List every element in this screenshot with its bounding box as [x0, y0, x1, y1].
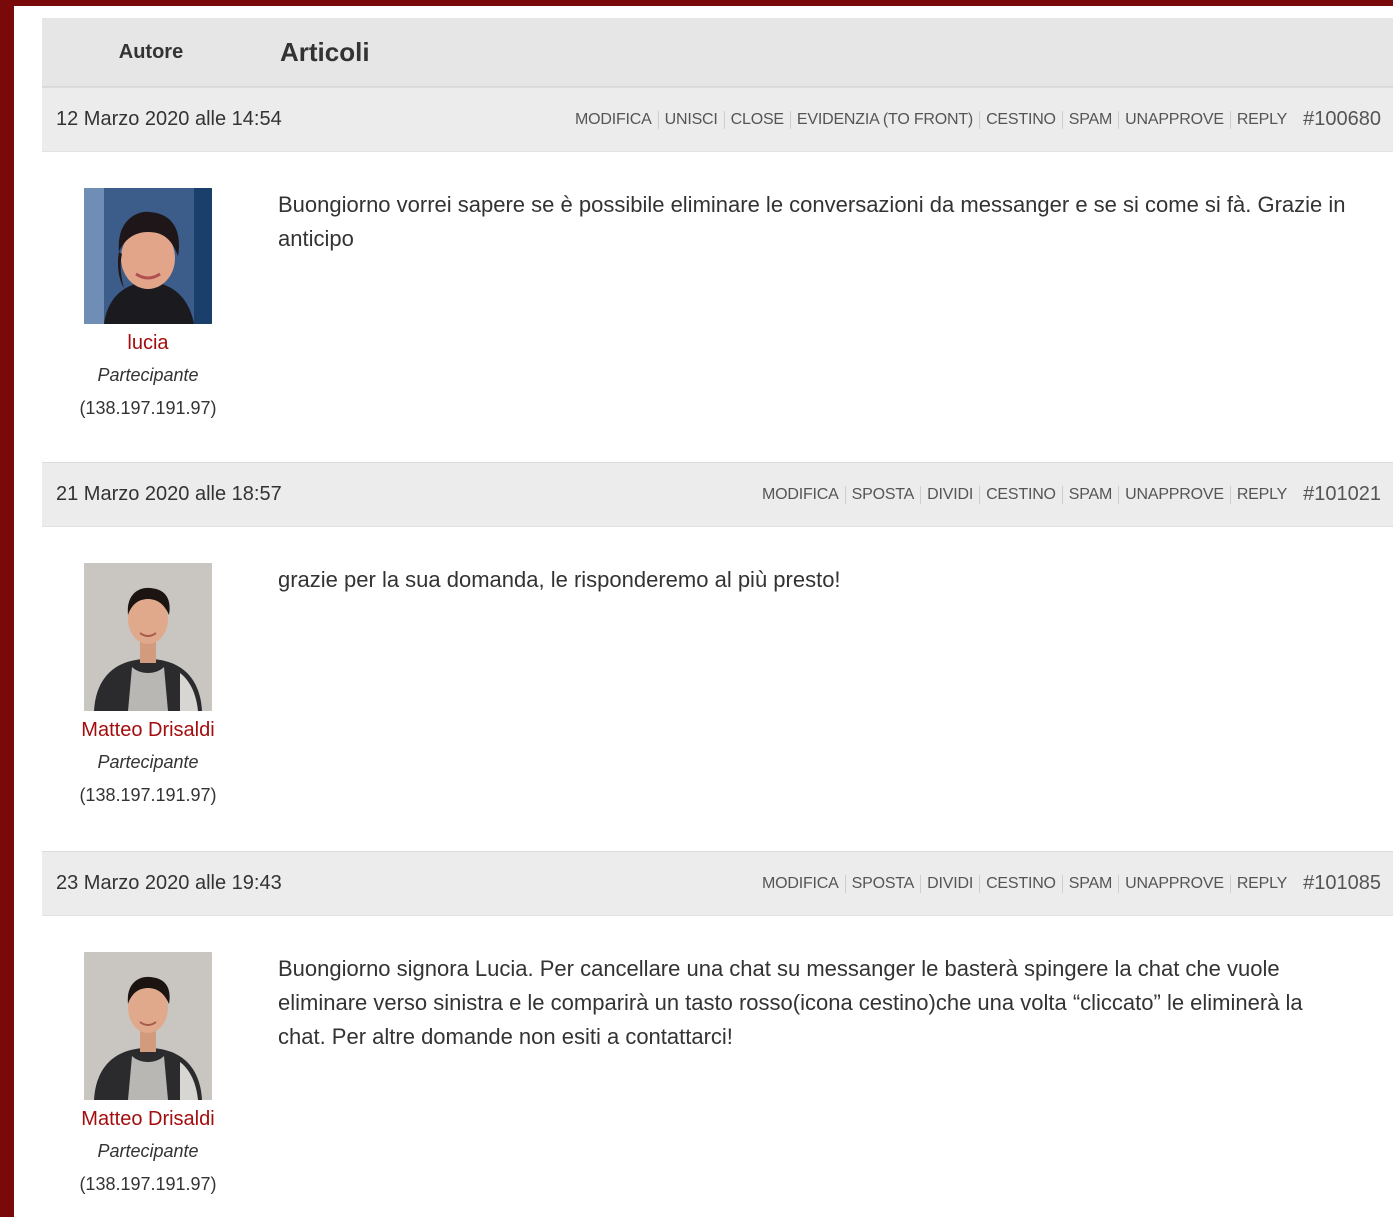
author-role: Partecipante	[97, 365, 199, 385]
post-date: 12 Marzo 2020 alle 14:54	[56, 108, 282, 130]
post-permalink[interactable]: #101021	[1303, 483, 1381, 506]
post-admin-links: MODIFICA UNISCI CLOSE EVIDENZIA (TO FRON…	[569, 88, 1381, 151]
author-name-link[interactable]: lucia	[42, 328, 254, 358]
author-role: Partecipante	[97, 752, 199, 772]
page-frame: Autore Articoli 12 Marzo 2020 alle 14:54…	[14, 6, 1393, 1217]
edit-link[interactable]: MODIFICA	[756, 875, 845, 893]
avatar[interactable]	[84, 563, 212, 711]
post-content: Buongiorno vorrei sapere se è possibile …	[278, 192, 1346, 251]
post-body: lucia Partecipante (138.197.191.97) Buon…	[42, 152, 1393, 462]
post-permalink[interactable]: #100680	[1303, 108, 1381, 131]
post-header: 21 Marzo 2020 alle 18:57 MODIFICA SPOSTA…	[42, 462, 1393, 527]
post-header: 23 Marzo 2020 alle 19:43 MODIFICA SPOSTA…	[42, 851, 1393, 916]
unapprove-link[interactable]: UNAPPROVE	[1118, 485, 1230, 504]
reply-link[interactable]: REPLY	[1229, 485, 1293, 504]
avatar[interactable]	[84, 952, 212, 1100]
edit-link[interactable]: MODIFICA	[756, 486, 845, 504]
close-link[interactable]: CLOSE	[723, 110, 790, 129]
post-date: 21 Marzo 2020 alle 18:57	[56, 483, 282, 505]
forum-post: 12 Marzo 2020 alle 14:54 MODIFICA UNISCI…	[42, 87, 1393, 462]
forum-post: 21 Marzo 2020 alle 18:57 MODIFICA SPOSTA…	[42, 462, 1393, 851]
spam-link[interactable]: SPAM	[1061, 485, 1118, 504]
post-body: Matteo Drisaldi Partecipante (138.197.19…	[42, 527, 1393, 851]
forum-post: 23 Marzo 2020 alle 19:43 MODIFICA SPOSTA…	[42, 851, 1393, 1216]
merge-link[interactable]: UNISCI	[657, 110, 724, 129]
reply-link[interactable]: REPLY	[1229, 110, 1293, 129]
unapprove-link[interactable]: UNAPPROVE	[1118, 874, 1230, 893]
stick-link[interactable]: EVIDENZIA (TO FRONT)	[789, 110, 979, 129]
edit-link[interactable]: MODIFICA	[569, 111, 658, 129]
author-ip: (138.197.191.97)	[79, 1174, 217, 1194]
split-link[interactable]: DIVIDI	[920, 485, 979, 504]
author-ip: (138.197.191.97)	[79, 785, 217, 805]
post-admin-links: MODIFICA SPOSTA DIVIDI CESTINO SPAM UNAP…	[756, 463, 1381, 526]
author-role: Partecipante	[97, 1141, 199, 1161]
forum-topic-table: Autore Articoli 12 Marzo 2020 alle 14:54…	[42, 18, 1393, 1217]
post-content: Buongiorno signora Lucia. Per cancellare…	[278, 956, 1303, 1049]
move-link[interactable]: SPOSTA	[844, 874, 921, 893]
spam-link[interactable]: SPAM	[1061, 110, 1118, 129]
post-body: Matteo Drisaldi Partecipante (138.197.19…	[42, 916, 1393, 1216]
author-ip: (138.197.191.97)	[79, 398, 217, 418]
split-link[interactable]: DIVIDI	[920, 874, 979, 893]
post-permalink[interactable]: #101085	[1303, 872, 1381, 895]
author-name-link[interactable]: Matteo Drisaldi	[42, 1104, 254, 1134]
post-author: Matteo Drisaldi Partecipante (138.197.19…	[42, 952, 254, 1200]
unapprove-link[interactable]: UNAPPROVE	[1118, 110, 1230, 129]
trash-link[interactable]: CESTINO	[979, 485, 1062, 504]
trash-link[interactable]: CESTINO	[979, 110, 1062, 129]
avatar[interactable]	[84, 188, 212, 324]
author-name-link[interactable]: Matteo Drisaldi	[42, 715, 254, 745]
post-admin-links: MODIFICA SPOSTA DIVIDI CESTINO SPAM UNAP…	[756, 852, 1381, 915]
move-link[interactable]: SPOSTA	[844, 485, 921, 504]
post-header: 12 Marzo 2020 alle 14:54 MODIFICA UNISCI…	[42, 87, 1393, 152]
post-author: Matteo Drisaldi Partecipante (138.197.19…	[42, 563, 254, 811]
spam-link[interactable]: SPAM	[1061, 874, 1118, 893]
post-date: 23 Marzo 2020 alle 19:43	[56, 872, 282, 894]
reply-link[interactable]: REPLY	[1229, 874, 1293, 893]
post-author: lucia Partecipante (138.197.191.97)	[42, 188, 254, 424]
trash-link[interactable]: CESTINO	[979, 874, 1062, 893]
post-content: grazie per la sua domanda, le rispondere…	[278, 567, 841, 592]
author-column-header: Autore	[118, 41, 184, 63]
topics-column-header: Articoli	[280, 37, 370, 67]
table-header: Autore Articoli	[42, 18, 1393, 87]
